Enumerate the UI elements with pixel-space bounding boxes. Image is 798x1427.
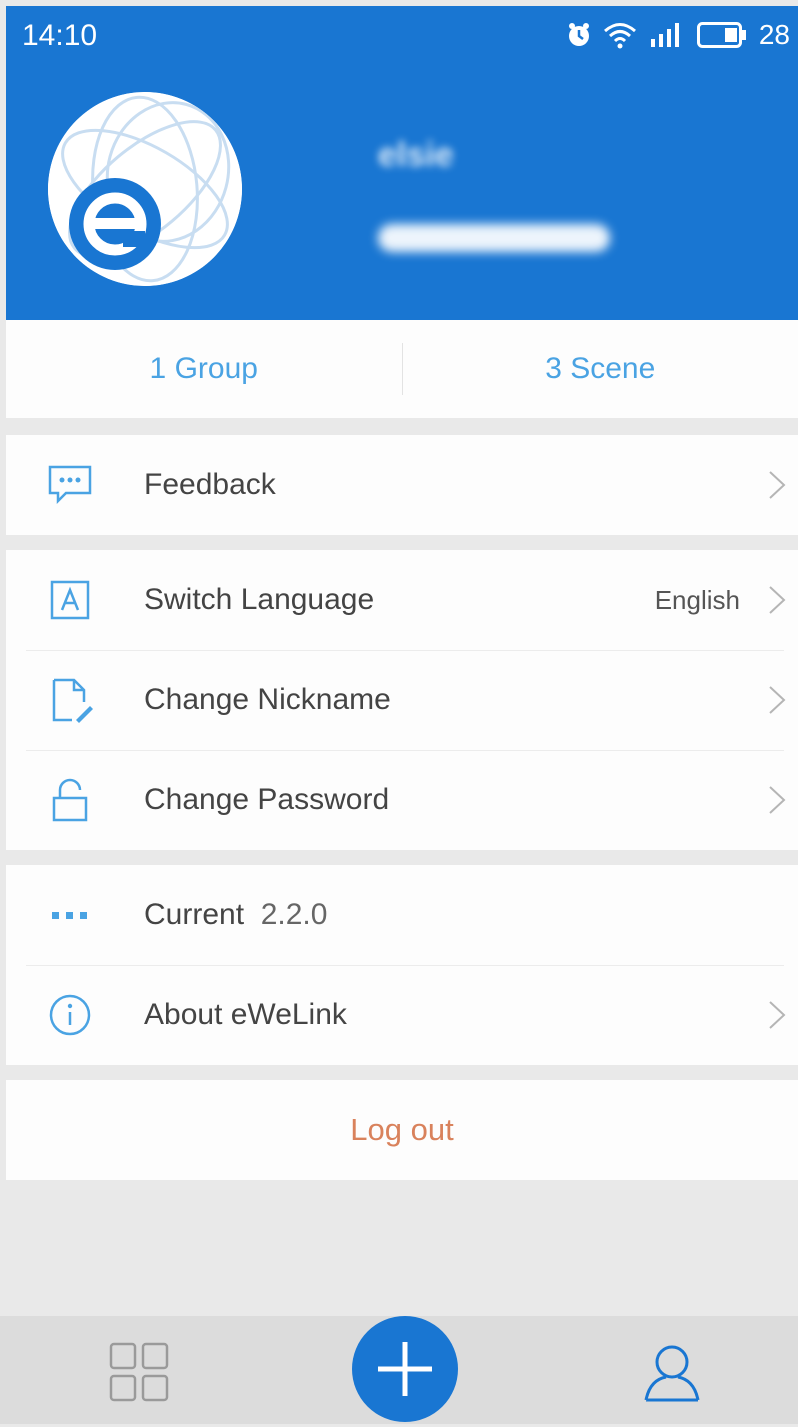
current-version: Current 2.2.0: [144, 898, 327, 932]
current-version-row: Current 2.2.0: [6, 865, 798, 965]
feedback-row[interactable]: Feedback: [6, 435, 798, 535]
profile-name: elsie: [378, 136, 454, 175]
counts-bar: 1 Group 3 Scene: [6, 320, 798, 418]
logout-label: Log out: [350, 1112, 453, 1148]
letter-a-icon: [46, 576, 94, 624]
settings-section: Switch Language English Change Nickname …: [6, 550, 798, 850]
lock-icon: [46, 776, 94, 824]
chevron-right-icon: [766, 584, 788, 616]
battery-icon: [697, 22, 747, 48]
add-device-button[interactable]: [352, 1316, 458, 1422]
profile-header: 14:10 2: [6, 6, 798, 320]
about-label: About eWeLink: [144, 998, 347, 1032]
chat-bubble-icon: [46, 461, 94, 509]
logout-button[interactable]: Log out: [6, 1080, 798, 1180]
edit-document-icon: [46, 676, 94, 724]
wifi-icon: [603, 21, 637, 49]
status-time: 14:10: [22, 19, 97, 53]
about-row[interactable]: About eWeLink: [6, 965, 798, 1065]
alarm-icon: [567, 22, 591, 48]
info-section: Current 2.2.0 About eWeLink: [6, 865, 798, 1065]
status-icons: 28: [567, 19, 790, 51]
version-number: 2.2.0: [261, 898, 328, 931]
switch-language-row[interactable]: Switch Language English: [6, 550, 798, 650]
chevron-right-icon: [766, 999, 788, 1031]
avatar[interactable]: [48, 92, 242, 286]
change-nickname-label: Change Nickname: [144, 683, 391, 717]
chevron-right-icon: [766, 684, 788, 716]
switch-language-label: Switch Language: [144, 583, 374, 617]
chevron-right-icon: [766, 469, 788, 501]
dots-icon: [46, 891, 94, 939]
change-password-row[interactable]: Change Password: [6, 750, 798, 850]
change-password-label: Change Password: [144, 783, 389, 817]
grid-icon[interactable]: [107, 1340, 171, 1404]
current-label: Current: [144, 898, 244, 931]
battery-level: 28: [759, 19, 790, 51]
feedback-label: Feedback: [144, 468, 276, 502]
plus-icon: [352, 1316, 458, 1422]
bottom-nav: [0, 1316, 798, 1424]
status-bar: 14:10 2: [6, 6, 798, 66]
chevron-right-icon: [766, 784, 788, 816]
group-count[interactable]: 1 Group: [6, 352, 402, 386]
feedback-section: Feedback: [6, 435, 798, 535]
language-value: English: [655, 585, 740, 616]
signal-icon: [649, 21, 685, 49]
info-icon: [46, 991, 94, 1039]
scene-count[interactable]: 3 Scene: [403, 352, 798, 386]
user-icon[interactable]: [640, 1340, 704, 1404]
change-nickname-row[interactable]: Change Nickname: [6, 650, 798, 750]
profile-account-redacted: [378, 224, 610, 252]
ewelink-logo-icon: [48, 92, 242, 286]
